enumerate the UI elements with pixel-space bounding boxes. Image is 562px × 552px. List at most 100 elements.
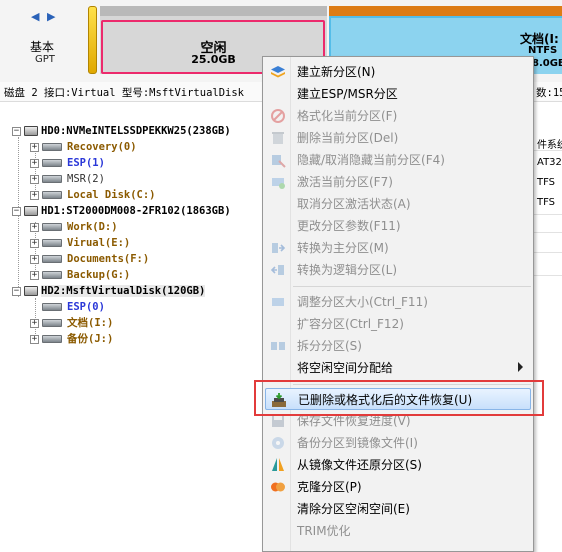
expand-icon[interactable]: + [30, 334, 39, 344]
menu-item-new-partition[interactable]: 建立新分区(N) [265, 61, 531, 83]
partition-icon [42, 159, 62, 167]
expand-icon[interactable]: + [30, 174, 39, 184]
partition-icon [42, 319, 62, 327]
collapse-icon[interactable]: − [12, 126, 21, 136]
menu-item-change-params[interactable]: 更改分区参数(F11) [265, 215, 531, 237]
expand-icon[interactable]: + [30, 142, 39, 152]
menu-item-clone-partition[interactable]: 克隆分区(P) [265, 476, 531, 498]
menu-item-restore-from-image[interactable]: 从镜像文件还原分区(S) [265, 454, 531, 476]
format-icon [271, 109, 285, 123]
expand-icon[interactable]: + [30, 190, 39, 200]
tree-partition[interactable]: + Local Disk(C:) [30, 187, 156, 203]
menu-item-deactivate[interactable]: 取消分区激活状态(A) [265, 193, 531, 215]
tree-partition[interactable]: + Recovery(0) [30, 139, 137, 155]
menu-item-label: 清除分区空闲空间(E) [297, 502, 410, 516]
expand-icon[interactable]: + [30, 318, 39, 328]
menu-item-new-esp-msr[interactable]: 建立ESP/MSR分区 [265, 83, 531, 105]
partition-name: Work(D:) [67, 221, 118, 233]
partition-name: 备份(J:) [67, 333, 114, 345]
tree-partition[interactable]: + ESP(1) [30, 155, 105, 171]
partition-context-menu: 建立新分区(N) 建立ESP/MSR分区 格式化当前分区(F) 删除当前分区(D… [262, 56, 534, 552]
partition-icon [42, 175, 62, 183]
partition-icon [42, 335, 62, 343]
convert-primary-icon [272, 243, 286, 253]
disk-name: HD1:ST2000DM008-2FR102(1863GB) [41, 205, 231, 217]
partition-name: 文档(I:) [67, 317, 114, 329]
tree-partition[interactable]: + 文档(I:) [30, 315, 113, 331]
disk-info-text: 磁盘 2 接口:Virtual 型号:MsftVirtualDisk [4, 87, 245, 99]
menu-item-label: 将空闲空间分配给 [297, 361, 394, 375]
disk-name: HD0:NVMeINTELSSDPEKKW25(238GB) [41, 125, 231, 137]
partition-icon [42, 191, 62, 199]
menu-item-extend[interactable]: 扩容分区(Ctrl_F12) [265, 313, 531, 335]
collapse-icon[interactable]: − [12, 206, 21, 216]
expand-icon[interactable]: + [30, 222, 39, 232]
restore-image-icon [272, 458, 284, 471]
document-partition-size: 8.0GB [532, 58, 562, 69]
tree-partition[interactable]: + Virual(E:) [30, 235, 130, 251]
partition-name: Virual(E:) [67, 237, 131, 249]
disk-icon [24, 286, 38, 296]
table-divider [534, 150, 562, 151]
disk-scroll-handle[interactable] [88, 6, 97, 74]
menu-item-convert-logical[interactable]: 转换为逻辑分区(L) [265, 259, 531, 281]
menu-item-label: 更改分区参数(F11) [297, 219, 401, 233]
menu-item-backup-to-image[interactable]: 备份分区到镜像文件(I) [265, 432, 531, 454]
disk-nav-arrows-icon[interactable]: ◀ ▶ [31, 10, 57, 23]
menu-item-allocate-free-space[interactable]: 将空闲空间分配给 [265, 357, 531, 379]
expand-icon[interactable]: + [30, 254, 39, 264]
collapse-icon[interactable]: − [12, 286, 21, 296]
disk-navigator: ◀ ▶ 基本 GPT [0, 0, 86, 82]
split-icon [271, 342, 285, 350]
tree-partition[interactable]: + 备份(J:) [30, 331, 113, 347]
menu-item-activate[interactable]: 激活当前分区(F7) [265, 171, 531, 193]
tree-partition[interactable]: + Documents(F:) [30, 251, 149, 267]
resize-icon [272, 298, 284, 306]
partition-name: MSR(2) [67, 173, 105, 185]
partition-icon [42, 255, 62, 263]
menu-item-label: 从镜像文件还原分区(S) [297, 458, 422, 472]
table-header-filesystem: 件系统 [537, 140, 562, 151]
tree-partition[interactable]: + Backup(G:) [30, 267, 130, 283]
menu-item-wipe-free-space[interactable]: 清除分区空闲空间(E) [265, 498, 531, 520]
menu-item-label: TRIM优化 [297, 524, 351, 538]
backup-image-icon [272, 437, 284, 449]
partition-name: Recovery(0) [67, 141, 137, 153]
disk-icon [24, 126, 38, 136]
menu-item-label: 扩容分区(Ctrl_F12) [297, 317, 404, 331]
tree-partition[interactable]: + MSR(2) [30, 171, 105, 187]
highlight-annotation-box [254, 380, 544, 416]
partition-icon [42, 239, 62, 247]
menu-item-hide[interactable]: 隐藏/取消隐藏当前分区(F4) [265, 149, 531, 171]
disk-partition-style-label: GPT [35, 54, 55, 65]
partition-icon [42, 271, 62, 279]
menu-item-label: 克隆分区(P) [297, 480, 362, 494]
menu-item-label: 调整分区大小(Ctrl_F11) [297, 295, 428, 309]
disk-type-label: 基本 [30, 40, 55, 54]
menu-item-resize[interactable]: 调整分区大小(Ctrl_F11) [265, 291, 531, 313]
partition-name: Local Disk(C:) [67, 189, 156, 201]
menu-item-label: 拆分分区(S) [297, 339, 362, 353]
expand-icon[interactable]: + [30, 270, 39, 280]
menu-item-delete[interactable]: 删除当前分区(Del) [265, 127, 531, 149]
tree-partition[interactable]: + Work(D:) [30, 219, 118, 235]
tree-disk-hd0[interactable]: − HD0:NVMeINTELSSDPEKKW25(238GB) [12, 123, 231, 139]
partition-icon [42, 143, 62, 151]
tree-partition[interactable]: +ESP(0) [30, 299, 105, 315]
menu-item-label: 备份分区到镜像文件(I) [297, 436, 418, 450]
table-cell: TFS [537, 177, 556, 188]
menu-item-label: 隐藏/取消隐藏当前分区(F4) [297, 153, 445, 167]
partition-name: ESP(0) [67, 301, 105, 313]
table-divider [534, 275, 562, 276]
tree-disk-hd2[interactable]: − HD2:MsftVirtualDisk(120GB) [12, 283, 206, 299]
menu-item-split[interactable]: 拆分分区(S) [265, 335, 531, 357]
menu-item-format[interactable]: 格式化当前分区(F) [265, 105, 531, 127]
menu-item-label: 格式化当前分区(F) [297, 109, 398, 123]
menu-item-label: 转换为逻辑分区(L) [297, 263, 398, 277]
tree-disk-hd1[interactable]: − HD1:ST2000DM008-2FR102(1863GB) [12, 203, 231, 219]
menu-item-trim[interactable]: TRIM优化 [265, 520, 531, 542]
menu-item-convert-primary[interactable]: 转换为主分区(M) [265, 237, 531, 259]
expand-icon[interactable]: + [30, 158, 39, 168]
menu-item-label: 取消分区激活状态(A) [297, 197, 411, 211]
expand-icon[interactable]: + [30, 238, 39, 248]
